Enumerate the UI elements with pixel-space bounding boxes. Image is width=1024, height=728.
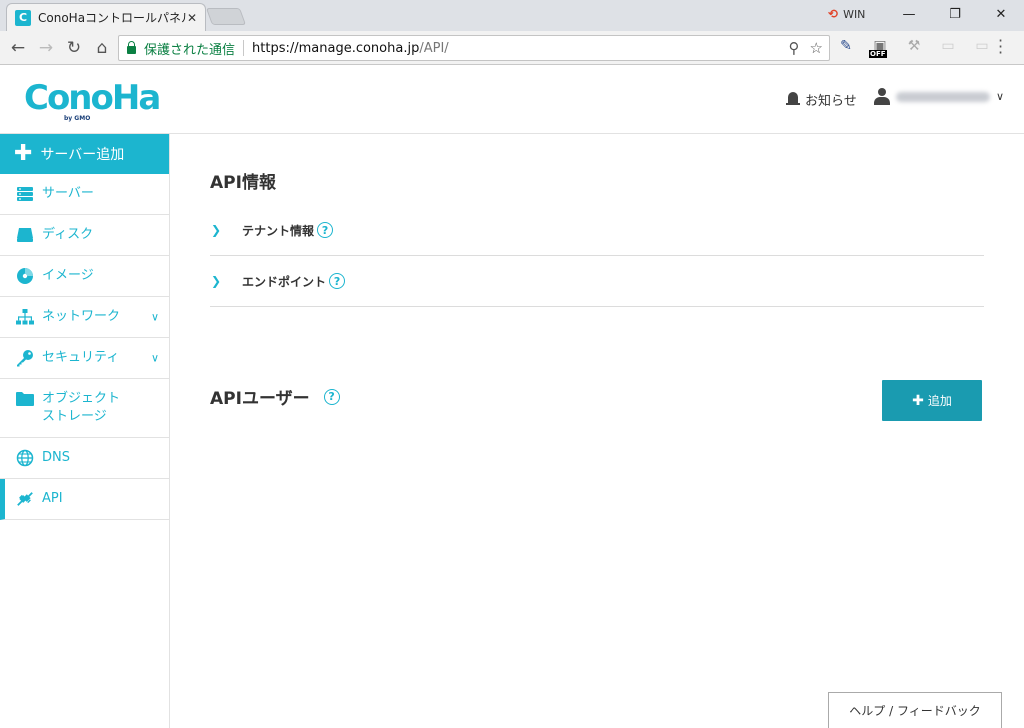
logo-text: ConoHa [24,78,161,118]
chevron-right-icon: ❯ [211,274,222,288]
disk-icon [16,226,34,244]
tenant-info-row[interactable]: ❯ テナント情報 ? [210,205,984,256]
browser-toolbar: ← → ↻ ⌂ 保護された通信 https://manage.conoha.jp… [0,31,1024,65]
lock-icon [127,41,136,54]
tab-close-icon[interactable]: ✕ [187,11,197,25]
chevron-right-icon: ❯ [211,223,222,237]
add-button-label: 追加 [927,394,952,408]
sidebar-item-object-storage[interactable]: オブジェクト ストレージ [0,379,169,438]
win-indicator-icon: ⟲ [828,7,839,21]
conoha-favicon-icon: C [15,9,31,26]
api-icon [16,490,34,508]
sidebar-item-network[interactable]: ネットワーク ∨ [0,297,169,338]
address-bar[interactable]: 保護された通信 https://manage.conoha.jp /API/ ⚲… [118,35,830,61]
help-feedback-button[interactable]: ヘルプ / フィードバック [828,692,1002,728]
sidebar-item-label: セキュリティ [42,350,120,365]
key-icon[interactable]: ⚲ [789,39,800,57]
main-content: API情報 ❯ テナント情報 ? ❯ エンドポイント ? APIユーザー ? ✚… [170,134,1024,728]
plus-icon: ✚ [912,392,924,409]
tool-extension-icon[interactable]: ⚒ [904,36,924,56]
sidebar: ✚ サーバー追加 サーバー ディスク イメージ ネットワーク ∨ セキュリティ … [0,134,170,728]
conoha-logo[interactable]: ConoHa by GMO [24,78,161,122]
sidebar-item-label: イメージ [42,268,94,283]
api-user-title: APIユーザー [210,389,310,409]
sidebar-item-label: API [42,491,63,506]
globe-icon [16,449,34,467]
api-info-heading: API情報 [210,173,276,193]
server-icon [16,185,34,203]
url-path: /API/ [419,40,449,56]
back-icon[interactable]: ← [6,36,30,60]
url-host: https://manage.conoha.jp [252,40,420,56]
sidebar-item-security[interactable]: セキュリティ ∨ [0,338,169,379]
home-icon[interactable]: ⌂ [90,36,114,60]
bookmark-star-icon[interactable]: ☆ [810,39,823,57]
browser-menu-icon[interactable]: · · · [998,33,1003,61]
user-icon [874,88,890,105]
minimize-button[interactable]: — [886,0,932,28]
notifications-button[interactable]: お知らせ [786,90,857,109]
close-window-button[interactable]: ✕ [978,0,1024,28]
chevron-down-icon: ∨ [150,351,159,365]
restore-button[interactable]: ❐ [932,0,978,28]
sidebar-item-api[interactable]: API [0,479,169,520]
add-api-user-button[interactable]: ✚ 追加 [882,380,982,421]
reload-icon[interactable]: ↻ [62,36,86,60]
help-icon[interactable]: ? [323,388,340,405]
plus-icon: ✚ [14,141,33,166]
add-server-button[interactable]: ✚ サーバー追加 [0,134,169,174]
user-email-blurred [896,91,990,102]
app-header: ConoHa by GMO お知らせ ∨ [0,66,1024,134]
logo-byline: by GMO [64,115,91,122]
chevron-down-icon: ∨ [996,90,1005,103]
add-server-label: サーバー追加 [40,147,125,163]
secure-label: 保護された通信 [144,42,236,58]
omnibox-divider [243,40,245,56]
browser-tabbar: C ConoHaコントロールパネル ✕ ⟲ WIN — ❐ ✕ [0,0,1024,31]
notifications-label: お知らせ [805,94,857,109]
off-badge: OFF [869,50,887,58]
sidebar-item-label: オブジェクト ストレージ [42,391,121,424]
tab-title: ConoHaコントロールパネル [38,11,187,25]
chevron-down-icon: ∨ [150,310,159,324]
tenant-info-label: テナント情報 [242,223,315,238]
sidebar-item-server[interactable]: サーバー [0,174,169,215]
off-extension-icon[interactable]: ▣ OFF [869,36,890,58]
sidebar-item-label: サーバー [42,186,94,201]
network-icon [16,308,34,326]
inactive-extension-icon[interactable]: ▭ [938,36,958,56]
pen-extension-icon[interactable]: ✎ [836,36,856,56]
browser-tab[interactable]: C ConoHaコントロールパネル ✕ [6,3,206,31]
image-icon [16,267,34,285]
user-menu[interactable]: ∨ [874,88,1004,105]
help-icon[interactable]: ? [329,273,346,289]
sidebar-item-image[interactable]: イメージ [0,256,169,297]
key-icon [16,349,34,367]
sidebar-item-label: DNS [42,450,70,465]
win-label: WIN [843,7,866,21]
sidebar-item-dns[interactable]: DNS [0,438,169,479]
help-icon[interactable]: ? [317,222,334,238]
forward-icon[interactable]: → [34,36,58,60]
folder-icon [16,389,34,407]
new-tab-button[interactable] [205,8,247,25]
inactive-extension-2-icon[interactable]: ▭ [972,36,992,56]
sidebar-item-label: ネットワーク [42,309,121,324]
bell-icon [786,92,800,107]
win-indicator[interactable]: ⟲ WIN [828,7,865,21]
sidebar-item-label: ディスク [42,227,94,242]
sidebar-item-disk[interactable]: ディスク [0,215,169,256]
api-user-heading: APIユーザー ? [210,384,340,409]
endpoint-label: エンドポイント [242,274,327,289]
endpoint-row[interactable]: ❯ エンドポイント ? [210,256,984,307]
